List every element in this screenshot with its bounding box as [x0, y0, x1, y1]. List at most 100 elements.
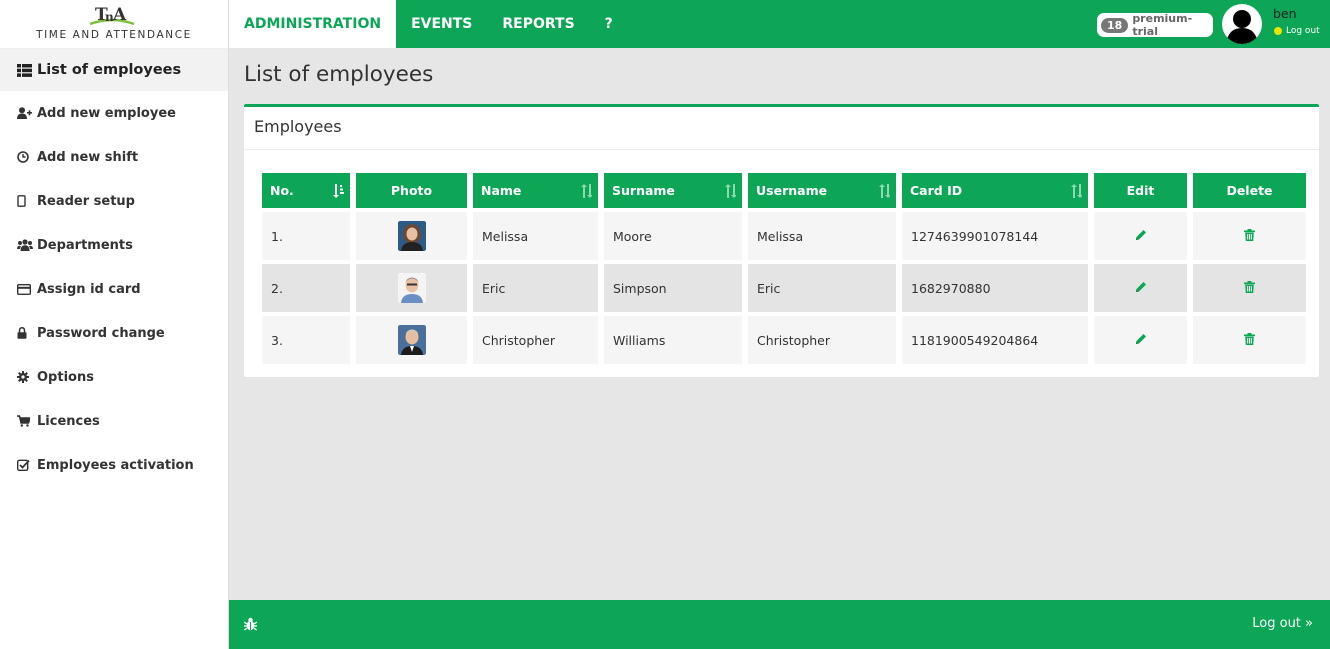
user-name: ben: [1273, 6, 1297, 21]
trash-icon[interactable]: [1244, 332, 1255, 345]
trash-icon[interactable]: [1244, 228, 1255, 241]
sidebar-item-label: Add new employee: [37, 105, 176, 121]
cell-name: Eric: [473, 264, 598, 312]
cell-card-id: 1181900549204864: [902, 316, 1088, 364]
table-row: 2. Eric Simpson Eric 1682970880: [262, 264, 1306, 312]
sort-icon: [879, 184, 890, 198]
sidebar-item-label: Licences: [37, 413, 100, 429]
employee-photo-male: [397, 325, 426, 355]
svg-text:A: A: [112, 5, 127, 25]
cell-edit: [1094, 264, 1187, 312]
sidebar-item-label: Password change: [37, 325, 165, 341]
column-header-edit: Edit: [1094, 173, 1187, 208]
cell-surname: Moore: [604, 212, 742, 260]
column-header-no[interactable]: No.: [262, 173, 350, 208]
bug-icon[interactable]: [244, 617, 257, 631]
sidebar-item-label: Employees activation: [37, 457, 194, 473]
pencil-icon[interactable]: [1135, 281, 1147, 293]
clock-icon: [17, 151, 37, 163]
sidebar-item-label: Reader setup: [37, 193, 135, 209]
sidebar: T n A TIME AND ATTENDANCE List of employ…: [0, 0, 229, 649]
sidebar-item-label: Departments: [37, 237, 133, 253]
avatar-silhouette-icon: [1226, 10, 1258, 44]
online-status-icon: [1274, 27, 1282, 35]
sidebar-item-options[interactable]: Options: [0, 355, 228, 399]
sidebar-item-add-new-shift[interactable]: Add new shift: [0, 135, 228, 179]
cell-edit: [1094, 212, 1187, 260]
sidebar-item-add-new-employee[interactable]: Add new employee: [0, 91, 228, 135]
cell-card-id: 1682970880: [902, 264, 1088, 312]
sidebar-item-password-change[interactable]: Password change: [0, 311, 228, 355]
cell-name: Christopher: [473, 316, 598, 364]
cell-delete: [1193, 264, 1306, 312]
tab-reports[interactable]: REPORTS: [487, 0, 589, 48]
sidebar-item-assign-id-card[interactable]: Assign id card: [0, 267, 228, 311]
column-header-surname[interactable]: Surname: [604, 173, 742, 208]
list-icon: [17, 63, 37, 77]
user-plus-icon: [17, 107, 37, 119]
cell-delete: [1193, 316, 1306, 364]
app-logo[interactable]: T n A TIME AND ATTENDANCE: [0, 0, 228, 49]
cell-edit: [1094, 316, 1187, 364]
cart-icon: [17, 415, 37, 427]
column-header-username[interactable]: Username: [748, 173, 896, 208]
table-row: 3. Christopher Williams Christopher 1181…: [262, 316, 1306, 364]
cell-photo: [356, 316, 467, 364]
lock-icon: [17, 327, 37, 339]
sidebar-item-employees-activation[interactable]: Employees activation: [0, 443, 228, 487]
header-logout-link[interactable]: Log out: [1274, 26, 1320, 36]
employee-photo-female: [397, 221, 426, 251]
user-avatar[interactable]: [1222, 4, 1262, 44]
credit-card-icon: [17, 283, 37, 295]
employees-panel: Employees No. Photo Name Surname Usernam…: [244, 104, 1319, 377]
sidebar-item-reader-setup[interactable]: Reader setup: [0, 179, 228, 223]
sidebar-item-list-of-employees[interactable]: List of employees: [0, 49, 228, 91]
footer-logout-link[interactable]: Log out »: [1252, 616, 1313, 631]
tna-logo-icon: T n A: [89, 5, 135, 26]
header-logout-label: Log out: [1286, 26, 1320, 36]
cell-username: Melissa: [748, 212, 896, 260]
page-title: List of employees: [244, 62, 434, 87]
tablet-icon: [17, 195, 37, 207]
top-navigation: ADMINISTRATION EVENTS REPORTS ? 18 premi…: [229, 0, 1330, 48]
column-header-name[interactable]: Name: [473, 173, 598, 208]
cell-surname: Williams: [604, 316, 742, 364]
pencil-icon[interactable]: [1135, 229, 1147, 241]
cell-delete: [1193, 212, 1306, 260]
checkbox-icon: [17, 459, 37, 471]
trash-icon[interactable]: [1244, 280, 1255, 293]
cell-username: Christopher: [748, 316, 896, 364]
cell-no: 3.: [262, 316, 350, 364]
column-header-card-id[interactable]: Card ID: [902, 173, 1088, 208]
sort-asc-icon: [333, 184, 344, 198]
cell-surname: Simpson: [604, 264, 742, 312]
licence-count: 18: [1101, 17, 1129, 33]
tab-events[interactable]: EVENTS: [396, 0, 487, 48]
tab-help[interactable]: ?: [590, 0, 628, 48]
column-header-photo: Photo: [356, 173, 467, 208]
licence-label: premium-trial: [1132, 12, 1193, 38]
column-header-delete: Delete: [1193, 173, 1306, 208]
pencil-icon[interactable]: [1135, 333, 1147, 345]
sidebar-item-licences[interactable]: Licences: [0, 399, 228, 443]
footer: Log out »: [229, 600, 1330, 649]
sort-icon: [1071, 184, 1082, 198]
tab-administration[interactable]: ADMINISTRATION: [229, 0, 397, 48]
cell-no: 2.: [262, 264, 350, 312]
cell-name: Melissa: [473, 212, 598, 260]
sidebar-item-departments[interactable]: Departments: [0, 223, 228, 267]
panel-title: Employees: [244, 107, 1319, 150]
cell-photo: [356, 212, 467, 260]
sidebar-item-label: Assign id card: [37, 281, 141, 297]
cell-username: Eric: [748, 264, 896, 312]
sidebar-item-label: Options: [37, 369, 94, 385]
sort-icon: [725, 184, 736, 198]
cell-photo: [356, 264, 467, 312]
sidebar-item-label: List of employees: [37, 62, 182, 78]
cell-no: 1.: [262, 212, 350, 260]
sidebar-item-label: Add new shift: [37, 149, 139, 165]
cell-card-id: 1274639901078144: [902, 212, 1088, 260]
users-icon: [17, 239, 37, 251]
licence-badge[interactable]: 18 premium-trial: [1097, 12, 1213, 38]
employee-photo-male: [397, 273, 426, 303]
